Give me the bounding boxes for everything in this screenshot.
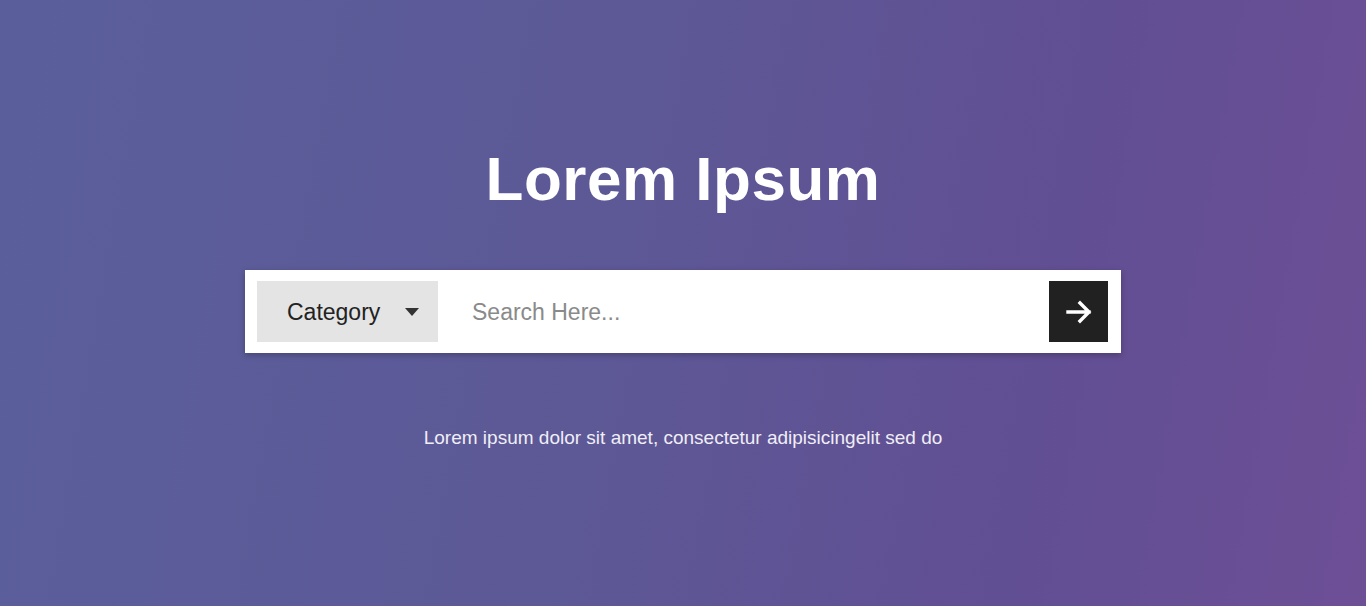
hero-section: Lorem Ipsum Category Lorem ipsum dolor sit… bbox=[0, 0, 1366, 606]
search-button[interactable] bbox=[1049, 281, 1108, 342]
hero-title: Lorem Ipsum bbox=[486, 142, 881, 216]
search-bar: Category bbox=[245, 270, 1121, 353]
category-dropdown[interactable]: Category bbox=[257, 281, 438, 342]
category-label: Category bbox=[287, 295, 380, 330]
hero-subtitle: Lorem ipsum dolor sit amet, consectetur … bbox=[424, 424, 943, 453]
search-input[interactable] bbox=[438, 281, 1049, 342]
caret-down-icon bbox=[404, 307, 420, 317]
arrow-right-icon bbox=[1065, 298, 1093, 326]
